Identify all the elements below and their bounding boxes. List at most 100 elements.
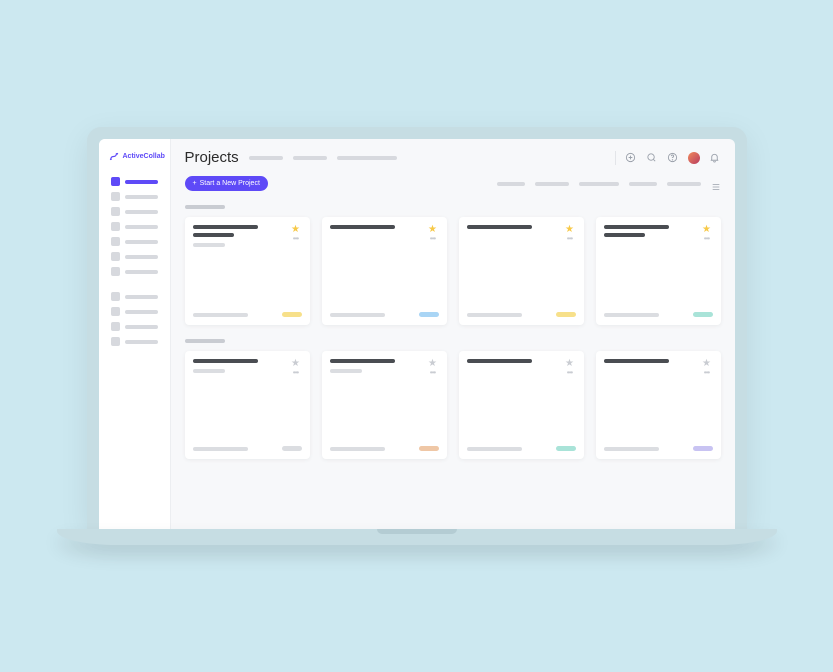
project-card[interactable]: ★•••	[185, 217, 310, 325]
card-meta	[193, 447, 248, 451]
more-icon[interactable]: •••	[293, 371, 298, 375]
nav-icon	[111, 237, 120, 246]
project-card[interactable]: ★•••	[596, 351, 721, 459]
card-label	[419, 312, 439, 317]
sidebar-item-nav-4[interactable]	[107, 219, 162, 234]
card-meta	[193, 313, 248, 317]
sidebar-item-nav-6[interactable]	[107, 249, 162, 264]
breadcrumb-segment	[249, 156, 283, 160]
filter-option[interactable]	[667, 182, 701, 186]
nav-icon	[111, 337, 120, 346]
nav-icon	[111, 177, 120, 186]
card-title-line	[604, 225, 669, 229]
card-meta	[604, 313, 659, 317]
add-icon[interactable]	[625, 152, 637, 164]
section-heading	[185, 205, 225, 209]
screen-bezel: ActiveCollab Projects	[87, 127, 747, 529]
project-card[interactable]: ★•••	[322, 217, 447, 325]
project-card[interactable]: ★•••	[322, 351, 447, 459]
app-window: ActiveCollab Projects	[99, 139, 735, 529]
nav-label	[125, 255, 158, 259]
brand-logo[interactable]: ActiveCollab	[107, 149, 162, 170]
project-card[interactable]: ★•••	[459, 351, 584, 459]
topbar: Projects	[185, 149, 721, 166]
filter-option[interactable]	[579, 182, 619, 186]
project-card[interactable]: ★•••	[596, 217, 721, 325]
toolbar: + Start a New Project	[185, 176, 721, 191]
breadcrumb-segment	[293, 156, 327, 160]
card-meta	[467, 313, 522, 317]
nav-icon	[111, 252, 120, 261]
bell-icon[interactable]	[709, 152, 721, 164]
sidebar-item-nav-2[interactable]	[107, 189, 162, 204]
sidebar-item-nav-7[interactable]	[107, 264, 162, 279]
card-title-line	[604, 359, 669, 363]
sidebar-item-nav-9[interactable]	[107, 304, 162, 319]
card-title-line	[193, 225, 258, 229]
nav-icon	[111, 222, 120, 231]
page-title: Projects	[185, 149, 239, 166]
nav-label	[125, 195, 158, 199]
plus-icon: +	[193, 180, 197, 187]
divider	[615, 151, 616, 165]
nav-label	[125, 210, 158, 214]
card-meta	[467, 447, 522, 451]
project-grid: ★•••★•••★•••★•••	[185, 217, 721, 325]
card-title-line	[193, 233, 235, 237]
more-icon[interactable]: •••	[567, 371, 572, 375]
card-label	[419, 446, 439, 451]
nav-icon	[111, 192, 120, 201]
nav-icon	[111, 267, 120, 276]
nav-icon	[111, 292, 120, 301]
sidebar-item-nav-8[interactable]	[107, 289, 162, 304]
search-icon[interactable]	[646, 152, 658, 164]
sidebar-item-nav-11[interactable]	[107, 334, 162, 349]
logo-icon	[109, 151, 120, 162]
sidebar: ActiveCollab	[99, 139, 171, 529]
filter-option[interactable]	[535, 182, 569, 186]
card-title-line	[193, 359, 258, 363]
more-icon[interactable]: •••	[567, 237, 572, 241]
new-project-label: Start a New Project	[200, 180, 260, 187]
card-title-line	[330, 359, 395, 363]
more-icon[interactable]: •••	[293, 237, 298, 241]
avatar[interactable]	[688, 152, 700, 164]
card-subtitle	[193, 369, 226, 373]
card-meta	[604, 447, 659, 451]
laptop-mockup: ActiveCollab Projects	[87, 127, 747, 545]
card-label	[282, 446, 302, 451]
view-toggle-icon[interactable]	[711, 179, 721, 189]
sidebar-item-nav-10[interactable]	[107, 319, 162, 334]
sidebar-item-nav-3[interactable]	[107, 204, 162, 219]
project-card[interactable]: ★•••	[459, 217, 584, 325]
nav-label	[125, 310, 158, 314]
project-card[interactable]: ★•••	[185, 351, 310, 459]
card-title-line	[467, 359, 532, 363]
nav-label	[125, 325, 158, 329]
nav-label	[125, 225, 158, 229]
breadcrumb-segment	[337, 156, 397, 160]
filter-option[interactable]	[497, 182, 525, 186]
filter-bar	[497, 182, 701, 186]
card-label	[693, 312, 713, 317]
card-subtitle	[330, 369, 363, 373]
help-icon[interactable]	[667, 152, 679, 164]
new-project-button[interactable]: + Start a New Project	[185, 176, 268, 191]
card-label	[282, 312, 302, 317]
card-label	[693, 446, 713, 451]
sidebar-item-projects[interactable]	[107, 174, 162, 189]
card-subtitle	[193, 243, 226, 247]
more-icon[interactable]: •••	[430, 237, 435, 241]
filter-option[interactable]	[629, 182, 657, 186]
more-icon[interactable]: •••	[704, 237, 709, 241]
nav-label	[125, 240, 158, 244]
card-title-line	[467, 225, 532, 229]
topbar-actions	[615, 151, 721, 165]
more-icon[interactable]: •••	[430, 371, 435, 375]
nav-label	[125, 340, 158, 344]
nav-icon	[111, 207, 120, 216]
more-icon[interactable]: •••	[704, 371, 709, 375]
sidebar-item-nav-5[interactable]	[107, 234, 162, 249]
section-heading	[185, 339, 225, 343]
card-label	[556, 446, 576, 451]
